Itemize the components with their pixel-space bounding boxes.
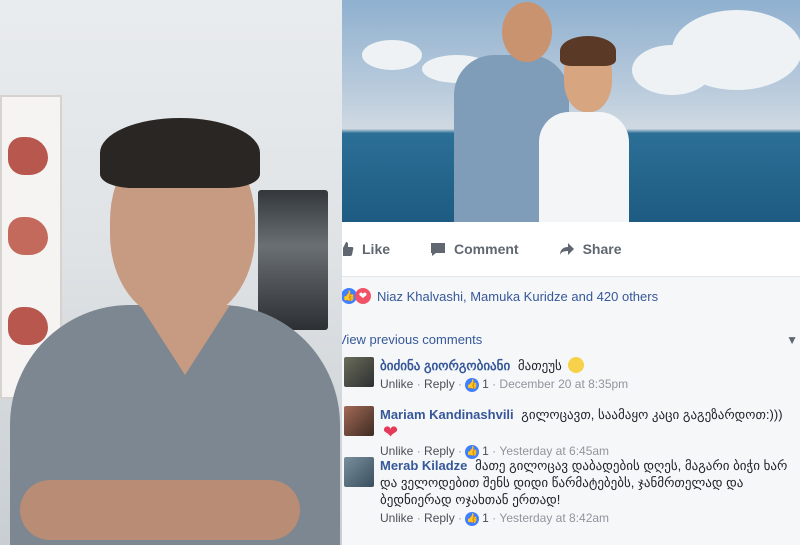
love-reaction-icon: ❤ [355,288,371,304]
comment-body: Merab Kiladze მათე გილოცავ დაბადების დღე… [380,457,800,527]
like-label: Like [362,241,391,257]
avatar[interactable] [344,457,374,487]
comment-text: გილოცავთ, საამაყო კაცი გაგეზარდოთ:))) [521,407,783,422]
share-button[interactable]: Share [559,241,622,257]
like-count[interactable]: 1 [482,376,489,393]
reply-link[interactable]: Reply [424,510,455,527]
like-count[interactable]: 1 [482,510,489,527]
post-actions: Like Comment Share [342,222,800,277]
unlike-link[interactable]: Unlike [380,510,413,527]
boy-figure [539,112,629,222]
comment-button[interactable]: Comment [430,241,519,257]
anatomy-image [8,307,48,345]
anatomy-image [8,217,48,255]
avatar[interactable] [344,357,374,387]
smile-emoji-icon [568,357,585,373]
man-head [502,2,552,62]
comment-meta: Unlike · Reply · 👍 1 · Yesterday at 8:42… [380,510,610,527]
unlike-link[interactable]: Unlike [380,376,413,393]
avatar[interactable] [344,406,374,436]
comment-timestamp[interactable]: December 20 at 8:35pm [499,376,628,393]
heart-emoji-icon: ❤ [383,422,399,442]
like-button[interactable]: Like [342,241,390,257]
reactions-summary[interactable]: 👍 ❤ Niaz Khalvashi, Mamuka Kuridze and 4… [342,277,800,315]
facebook-post: Like Comment Share 👍 ❤ Niaz Khalvashi, M… [342,0,800,545]
share-label: Share [582,241,622,257]
like-count-icon: 👍 [465,511,480,526]
comment-label: Comment [454,241,519,257]
cloud [362,40,422,70]
share-icon [559,243,574,255]
crossed-arms [20,480,300,540]
view-previous-comments-link[interactable]: View previous comments [342,332,482,347]
thumbs-up-icon [342,242,354,256]
doctor-photo [0,0,342,545]
comment-body: Mariam Kandinashvili გილოცავთ, საამაყო კ… [380,406,800,460]
commenter-name[interactable]: Merab Kiladze [380,458,467,473]
xray-film [258,190,328,330]
commenter-name[interactable]: Mariam Kandinashvili [380,407,514,422]
comment-icon [431,243,446,256]
like-count-icon: 👍 [465,377,480,392]
reply-link[interactable]: Reply [424,376,455,393]
comment-text: მათეუს [517,358,562,373]
post-photo[interactable] [342,0,800,222]
comment-meta: Unlike · Reply · 👍 1 · December 20 at 8:… [380,376,629,393]
anatomy-image [8,137,48,175]
comment-body: ბიძინა გიორგობიანი მათეუს Unlike · Reply… [380,357,800,393]
doctor-hair [100,118,260,188]
reactions-text[interactable]: Niaz Khalvashi, Mamuka Kuridze and 420 o… [377,289,658,304]
comments-section: View previous comments ▼ ბიძინა გიორგობი… [342,315,800,545]
comment-timestamp[interactable]: Yesterday at 8:42am [499,510,609,527]
boy-hair [560,36,616,66]
commenter-name[interactable]: ბიძინა გიორგობიანი [380,358,510,373]
chevron-down-icon[interactable]: ▼ [786,333,798,347]
cloud [632,45,712,95]
